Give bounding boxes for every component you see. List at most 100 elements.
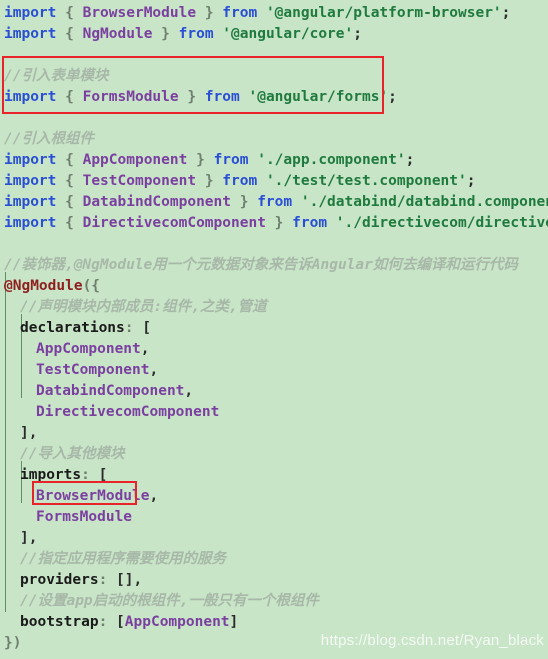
declaration-directivecom-component: DirectivecomComponent bbox=[36, 404, 220, 420]
code-line-8[interactable]: import { AppComponent } from './app.comp… bbox=[0, 150, 548, 171]
keyword-from: from bbox=[292, 215, 328, 231]
declaration-databind-component: DatabindComponent bbox=[36, 383, 185, 399]
paren-brace-open: ({ bbox=[82, 278, 101, 294]
comma: , bbox=[184, 383, 194, 399]
semicolon: ; bbox=[466, 173, 476, 189]
module-path-string: './test/test.component' bbox=[257, 173, 467, 189]
code-line-7[interactable]: //引入根组件 bbox=[0, 129, 548, 150]
property-bootstrap: bootstrap bbox=[20, 614, 99, 630]
code-line-21[interactable]: ], bbox=[0, 423, 548, 444]
bracket-close: ] bbox=[20, 425, 29, 441]
bootstrap-app-component: AppComponent bbox=[124, 614, 230, 630]
keyword-from: from bbox=[213, 152, 249, 168]
colon: : bbox=[98, 572, 117, 588]
code-line-16[interactable]: declarations: [ bbox=[0, 318, 548, 339]
colon: : bbox=[81, 467, 99, 483]
code-line-26[interactable]: ], bbox=[0, 528, 548, 549]
semicolon: ; bbox=[405, 152, 415, 168]
code-line-28[interactable]: providers: [], bbox=[0, 570, 548, 591]
brace-paren-close: }) bbox=[4, 635, 22, 651]
bracket-open: [ bbox=[98, 467, 108, 483]
class-test-component: TestComponent bbox=[82, 173, 197, 189]
semicolon: ; bbox=[353, 26, 362, 42]
brace-open: { bbox=[56, 215, 83, 231]
code-line-9[interactable]: import { TestComponent } from './test/te… bbox=[0, 171, 548, 192]
class-browser-module: BrowserModule bbox=[82, 5, 197, 21]
keyword-import: import bbox=[4, 5, 57, 21]
bracket-open: [ bbox=[116, 614, 125, 630]
keyword-from: from bbox=[178, 26, 214, 42]
brace-open: { bbox=[56, 5, 83, 21]
code-line-22[interactable]: //导入其他模块 bbox=[0, 444, 548, 465]
code-line-17[interactable]: AppComponent, bbox=[0, 339, 548, 360]
code-line-20[interactable]: DirectivecomComponent bbox=[0, 402, 548, 423]
comma: , bbox=[149, 362, 159, 378]
module-path-string: './app.component' bbox=[248, 152, 406, 168]
class-forms-module: FormsModule bbox=[82, 89, 179, 105]
keyword-from: from bbox=[222, 173, 258, 189]
code-line-14[interactable]: @NgModule({ bbox=[0, 276, 548, 297]
brace-open: { bbox=[56, 173, 83, 189]
keyword-import: import bbox=[4, 215, 57, 231]
code-line-29[interactable]: //设置app启动的根组件,一般只有一个根组件 bbox=[0, 591, 548, 612]
comma: , bbox=[28, 530, 38, 546]
brace-open: { bbox=[56, 26, 83, 42]
colon: : bbox=[98, 614, 117, 630]
code-line-6-blank[interactable] bbox=[0, 108, 548, 129]
code-editor-pane[interactable]: import { BrowserModule } from '@angular/… bbox=[0, 0, 548, 659]
code-line-23[interactable]: imports: [ bbox=[0, 465, 548, 486]
keyword-from: from bbox=[257, 194, 293, 210]
code-line-2[interactable]: import { NgModule } from '@angular/core'… bbox=[0, 24, 548, 45]
code-line-13[interactable]: //装饰器,@NgModule用一个元数据对象来告诉Angular如何去编译和运… bbox=[0, 255, 548, 276]
code-line-3-blank[interactable] bbox=[0, 45, 548, 66]
bracket-close: ] bbox=[229, 614, 239, 630]
class-ng-module: NgModule bbox=[82, 26, 153, 42]
code-line-12-blank[interactable] bbox=[0, 234, 548, 255]
comment-decorator-explanation: //装饰器,@NgModule用一个元数据对象来告诉Angular如何去编译和运… bbox=[4, 257, 518, 273]
module-path-string: '@angular/core' bbox=[213, 26, 354, 42]
code-line-19[interactable]: DatabindComponent, bbox=[0, 381, 548, 402]
comment-declarations-explanation: //声明模块内部成员:组件,之类,管道 bbox=[20, 299, 267, 315]
code-line-24[interactable]: BrowserModule, bbox=[0, 486, 548, 507]
keyword-import: import bbox=[4, 173, 57, 189]
class-directivecom-component: DirectivecomComponent bbox=[82, 215, 266, 231]
comma: , bbox=[133, 572, 143, 588]
comma: , bbox=[149, 488, 159, 504]
module-path-string: '@angular/forms' bbox=[239, 89, 389, 105]
brace-close: } bbox=[152, 26, 179, 42]
code-line-30[interactable]: bootstrap: [AppComponent] bbox=[0, 612, 548, 633]
keyword-import: import bbox=[4, 89, 57, 105]
property-imports: imports bbox=[20, 467, 82, 483]
module-path-string: './databind/databind.component' bbox=[292, 194, 548, 210]
code-line-25[interactable]: FormsModule bbox=[0, 507, 548, 528]
declaration-app-component: AppComponent bbox=[36, 341, 141, 357]
brace-close: } bbox=[196, 5, 223, 21]
code-line-5[interactable]: import { FormsModule } from '@angular/fo… bbox=[0, 87, 548, 108]
keyword-from: from bbox=[222, 5, 258, 21]
brace-close: } bbox=[231, 194, 258, 210]
comment-import-root-components: //引入根组件 bbox=[4, 131, 94, 147]
watermark-blog-url: https://blog.csdn.net/Ryan_black bbox=[320, 632, 544, 649]
code-line-18[interactable]: TestComponent, bbox=[0, 360, 548, 381]
brace-close: } bbox=[265, 215, 293, 231]
brace-close: } bbox=[187, 152, 214, 168]
code-line-27[interactable]: //指定应用程序需要使用的服务 bbox=[0, 549, 548, 570]
code-line-4[interactable]: //引入表单模块 bbox=[0, 66, 548, 87]
bracket-close: ] bbox=[20, 530, 29, 546]
comment-imports-explanation: //导入其他模块 bbox=[20, 446, 125, 462]
keyword-import: import bbox=[4, 26, 57, 42]
brace-close: } bbox=[196, 173, 223, 189]
colon: : bbox=[124, 320, 143, 336]
import-forms-module: FormsModule bbox=[36, 509, 133, 525]
code-line-1[interactable]: import { BrowserModule } from '@angular/… bbox=[0, 3, 548, 24]
decorator-ngmodule: @NgModule bbox=[4, 278, 83, 294]
code-line-10[interactable]: import { DatabindComponent } from './dat… bbox=[0, 192, 548, 213]
code-line-15[interactable]: //声明模块内部成员:组件,之类,管道 bbox=[0, 297, 548, 318]
code-line-32-blank[interactable] bbox=[0, 654, 548, 659]
code-line-11[interactable]: import { DirectivecomComponent } from '.… bbox=[0, 213, 548, 234]
module-path-string: '@angular/platform-browser' bbox=[257, 5, 502, 21]
class-app-component: AppComponent bbox=[82, 152, 188, 168]
keyword-import: import bbox=[4, 152, 57, 168]
comment-bootstrap-explanation: //设置app启动的根组件,一般只有一个根组件 bbox=[20, 593, 319, 609]
brace-open: { bbox=[56, 194, 83, 210]
